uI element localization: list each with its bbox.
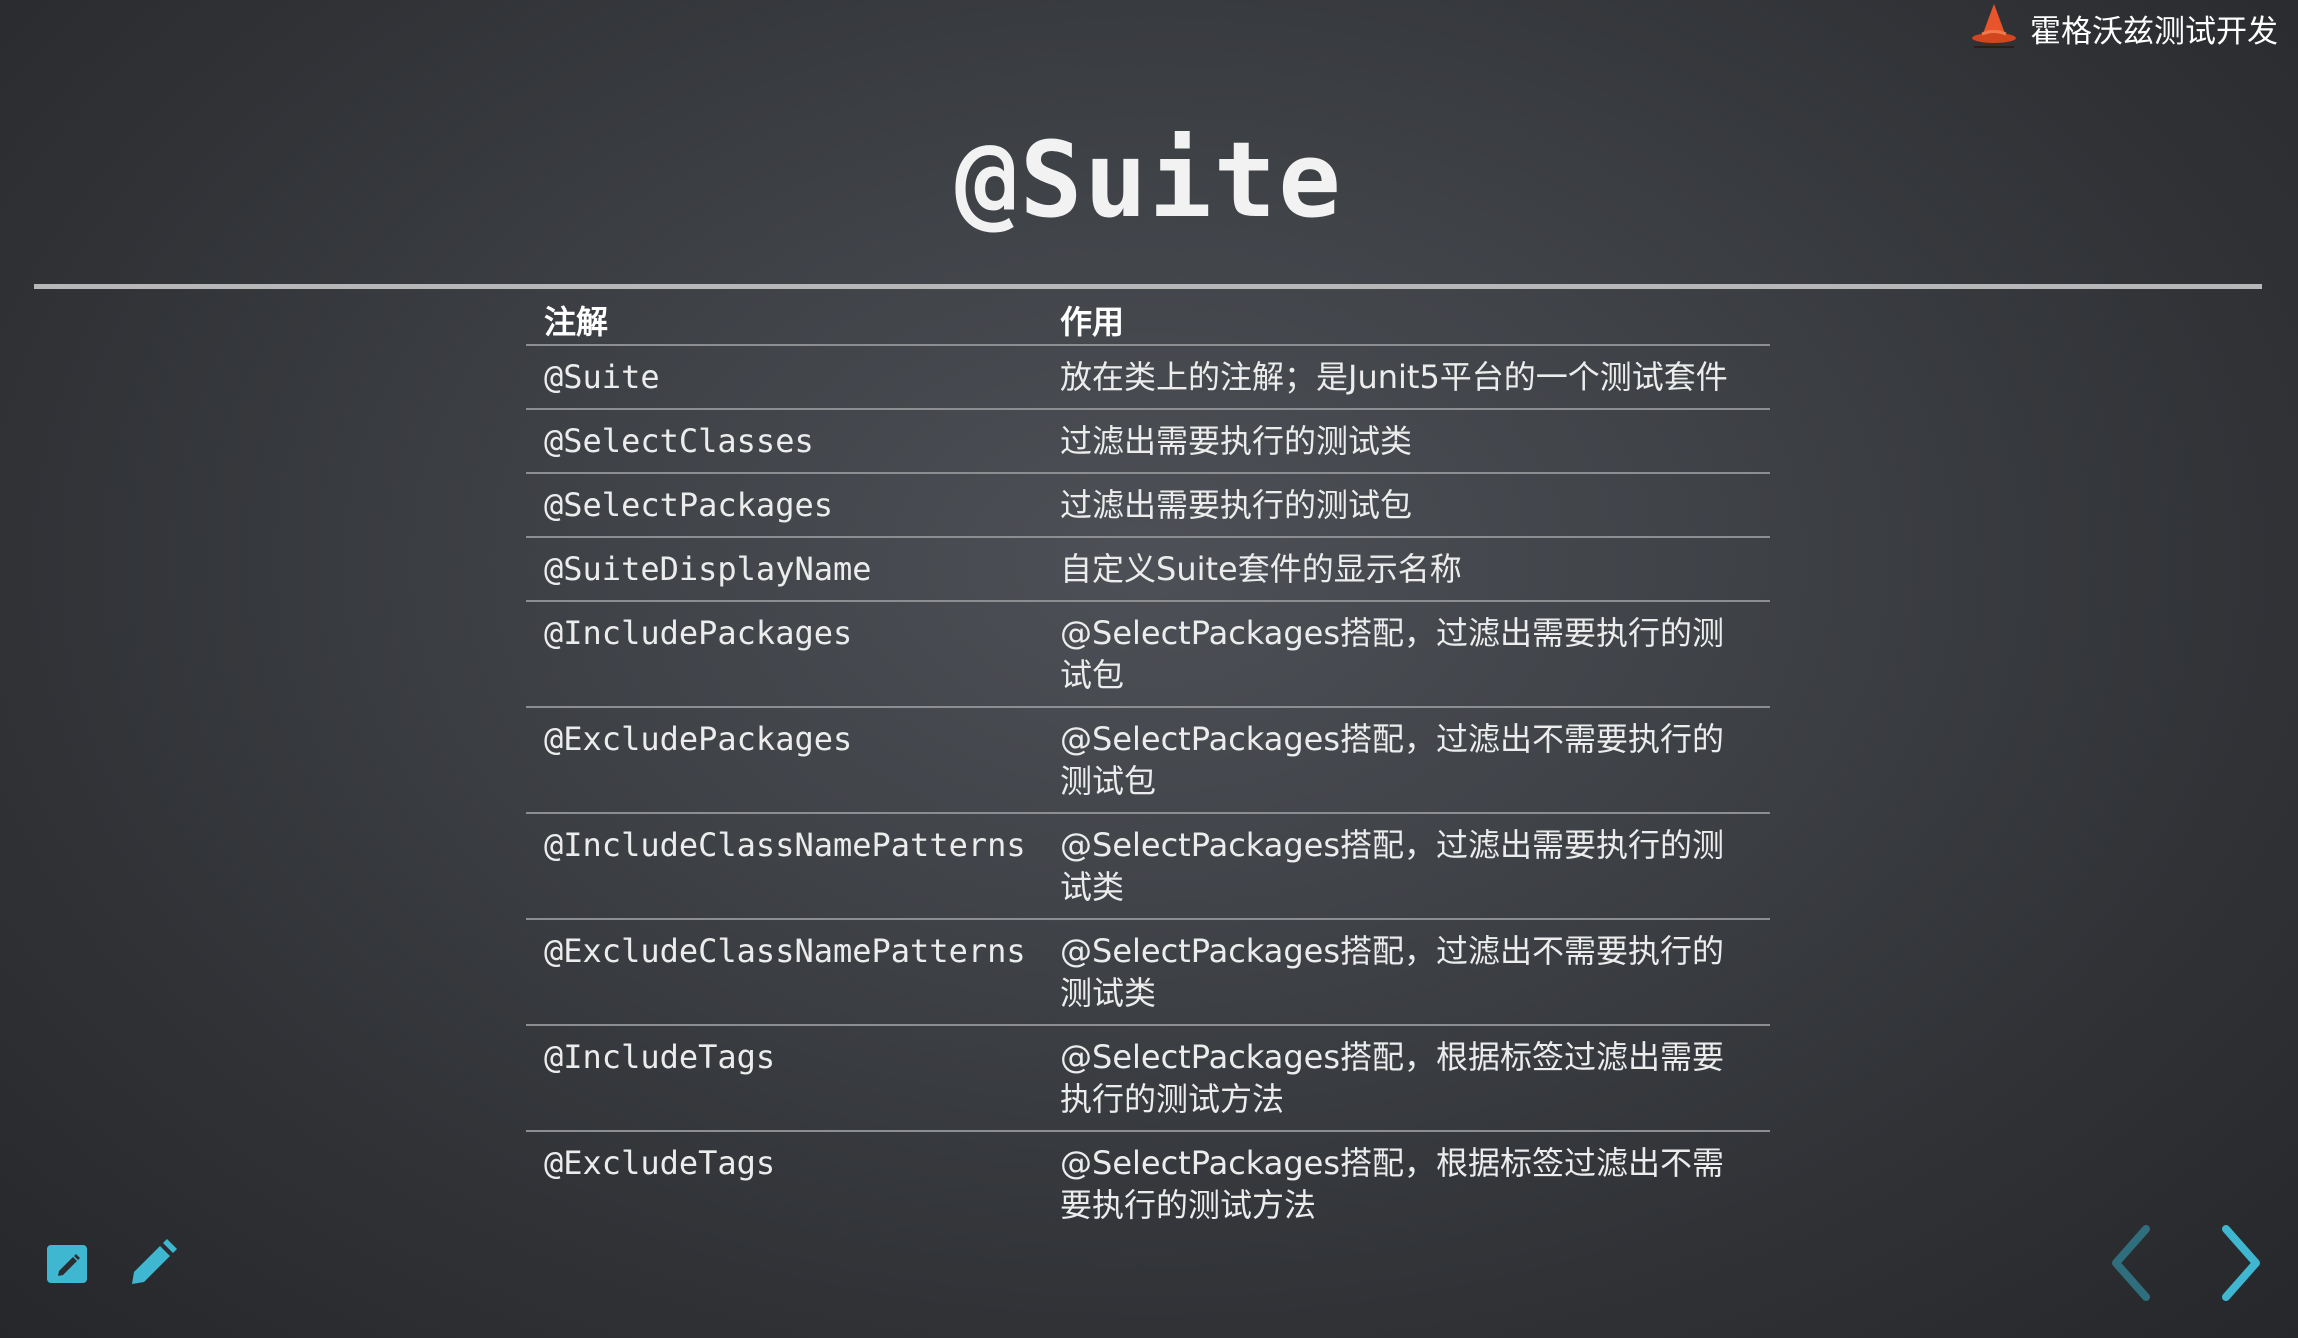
brand: 霍格沃兹测试开发 [1968, 0, 2278, 56]
edit-note-icon [47, 1245, 87, 1283]
annotation-name: @IncludePackages [526, 601, 1042, 708]
annotation-name: @Suite [526, 345, 1042, 410]
annotation-description: @SelectPackages搭配，过滤出需要执行的测试包 [1042, 601, 1770, 708]
table-row: @Suite 放在类上的注解；是Junit5平台的一个测试套件 [526, 345, 1770, 410]
chevron-right-icon [2222, 1225, 2260, 1301]
annotation-description: 自定义Suite套件的显示名称 [1042, 537, 1770, 602]
table-row: @ExcludeTags @SelectPackages搭配，根据标签过滤出不需… [526, 1131, 1770, 1236]
annotation-table-wrapper: 注解 作用 @Suite 放在类上的注解；是Junit5平台的一个测试套件 @S… [526, 296, 1770, 1236]
annotation-description: 过滤出需要执行的测试类 [1042, 409, 1770, 474]
annotation-description: 过滤出需要执行的测试包 [1042, 473, 1770, 538]
title-divider [34, 284, 2262, 289]
annotation-name: @SuiteDisplayName [526, 537, 1042, 602]
pencil-button[interactable] [120, 1232, 184, 1296]
header-purpose: 作用 [1042, 296, 1770, 346]
annotation-name: @ExcludePackages [526, 707, 1042, 814]
table-row: @SelectPackages 过滤出需要执行的测试包 [526, 473, 1770, 538]
annotation-name: @IncludeClassNamePatterns [526, 813, 1042, 920]
table-row: @SelectClasses 过滤出需要执行的测试类 [526, 409, 1770, 474]
pencil-icon [132, 1239, 177, 1284]
table-header-row: 注解 作用 [526, 296, 1770, 346]
annotation-name: @SelectPackages [526, 473, 1042, 538]
brand-name: 霍格沃兹测试开发 [2030, 13, 2278, 50]
annotation-description: @SelectPackages搭配，根据标签过滤出不需要执行的测试方法 [1060, 1144, 1725, 1224]
annotation-description: 放在类上的注解；是Junit5平台的一个测试套件 [1042, 345, 1770, 410]
previous-slide-button[interactable] [2096, 1218, 2166, 1308]
annotation-name: @SelectClasses [526, 409, 1042, 474]
annotation-description: @SelectPackages搭配，根据标签过滤出需要执行的测试方法 [1042, 1025, 1770, 1132]
table-row: @IncludeTags @SelectPackages搭配，根据标签过滤出需要… [526, 1025, 1770, 1132]
table-row: @SuiteDisplayName 自定义Suite套件的显示名称 [526, 537, 1770, 602]
table-row: @IncludeClassNamePatterns @SelectPackage… [526, 813, 1770, 920]
annotation-description: @SelectPackages搭配，过滤出需要执行的测试类 [1042, 813, 1770, 920]
table-row: @IncludePackages @SelectPackages搭配，过滤出需要… [526, 601, 1770, 708]
wizard-hat-icon [1972, 4, 2016, 48]
table-row: @ExcludeClassNamePatterns @SelectPackage… [526, 919, 1770, 1026]
annotation-name: @IncludeTags [526, 1025, 1042, 1132]
annotation-description: @SelectPackages搭配，过滤出不需要执行的测试包 [1042, 707, 1770, 814]
edit-note-button[interactable] [36, 1232, 100, 1296]
annotation-table: 注解 作用 @Suite 放在类上的注解；是Junit5平台的一个测试套件 @S… [526, 296, 1770, 1236]
table-row: @ExcludePackages @SelectPackages搭配，过滤出不需… [526, 707, 1770, 814]
annotation-description: @SelectPackages搭配，过滤出不需要执行的测试类 [1042, 919, 1770, 1026]
slide-title: @Suite [955, 119, 1343, 241]
chevron-left-icon [2112, 1225, 2150, 1301]
annotation-name: @ExcludeClassNamePatterns [526, 919, 1042, 1026]
header-annotation: 注解 [526, 296, 1042, 346]
next-slide-button[interactable] [2206, 1218, 2276, 1308]
annotation-name: @ExcludeTags [544, 1144, 776, 1182]
